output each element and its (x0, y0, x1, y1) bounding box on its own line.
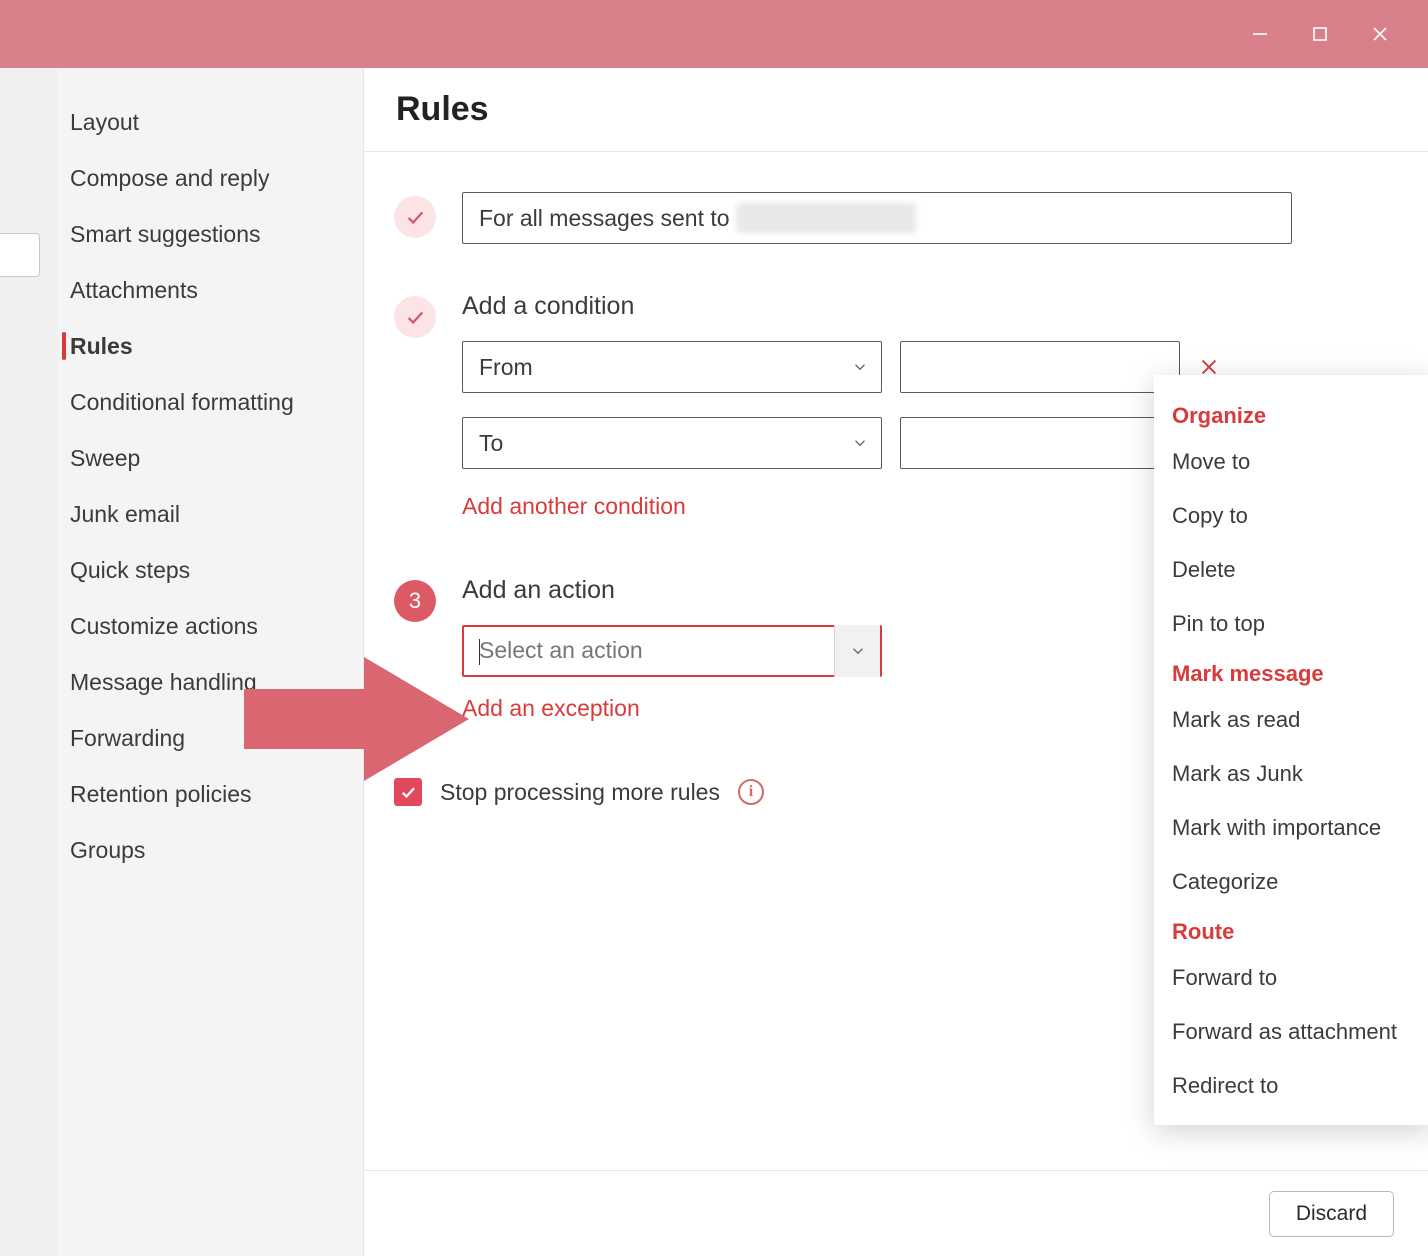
window-minimize-button[interactable] (1230, 0, 1290, 68)
add-another-condition-link[interactable]: Add another condition (462, 493, 686, 520)
main-panel: Rules For all messages sent to Add a con… (363, 68, 1428, 1256)
chevron-down-icon (843, 418, 877, 468)
action-menu-option-mark-with-importance[interactable]: Mark with importance (1154, 801, 1428, 855)
annotation-arrow-icon (244, 639, 474, 799)
sidebar-item-rules[interactable]: Rules (70, 318, 363, 374)
sidebar-item-sweep[interactable]: Sweep (70, 430, 363, 486)
chevron-down-icon (834, 625, 880, 677)
add-exception-link[interactable]: Add an exception (462, 695, 640, 722)
rule-name-redacted (736, 203, 916, 233)
discard-button[interactable]: Discard (1269, 1191, 1394, 1237)
action-menu-option-pin-to-top[interactable]: Pin to top (1154, 597, 1428, 651)
action-select[interactable]: Select an action (462, 625, 882, 677)
stop-processing-label: Stop processing more rules (440, 779, 720, 806)
action-menu-option-copy-to[interactable]: Copy to (1154, 489, 1428, 543)
sidebar-item-compose-and-reply[interactable]: Compose and reply (70, 150, 363, 206)
sidebar-item-layout[interactable]: Layout (70, 94, 363, 150)
step-3-badge: 3 (394, 580, 436, 622)
condition-value-input[interactable] (900, 341, 1180, 393)
sidebar-item-groups[interactable]: Groups (70, 822, 363, 878)
sidebar-item-attachments[interactable]: Attachments (70, 262, 363, 318)
action-menu-option-mark-as-junk[interactable]: Mark as Junk (1154, 747, 1428, 801)
action-menu-heading: Route (1154, 909, 1428, 951)
action-menu-option-forward-as-attachment[interactable]: Forward as attachment (1154, 1005, 1428, 1059)
step-1-checkmark-icon (394, 196, 436, 238)
action-menu-option-categorize[interactable]: Categorize (1154, 855, 1428, 909)
divider (364, 151, 1428, 152)
action-select-menu: OrganizeMove toCopy toDeletePin to topMa… (1154, 375, 1428, 1125)
info-icon[interactable]: i (738, 779, 764, 805)
condition-value-input[interactable] (900, 417, 1180, 469)
sidebar-item-conditional-formatting[interactable]: Conditional formatting (70, 374, 363, 430)
window-close-button[interactable] (1350, 0, 1410, 68)
condition-field-label: From (479, 354, 533, 381)
condition-field-label: To (479, 430, 503, 457)
condition-field-select[interactable]: From (462, 341, 882, 393)
action-menu-heading: Organize (1154, 393, 1428, 435)
rule-name-prefix: For all messages sent to (479, 205, 730, 232)
window-titlebar (0, 0, 1428, 68)
action-menu-heading: Mark message (1154, 651, 1428, 693)
page-title: Rules (396, 90, 1428, 129)
window-maximize-button[interactable] (1290, 0, 1350, 68)
chevron-down-icon (843, 342, 877, 392)
step-2-label: Add a condition (462, 292, 1368, 321)
sidebar-item-quick-steps[interactable]: Quick steps (70, 542, 363, 598)
sidebar-item-junk-email[interactable]: Junk email (70, 486, 363, 542)
condition-field-select[interactable]: To (462, 417, 882, 469)
footer: Discard (364, 1170, 1428, 1256)
truncated-panel (0, 233, 40, 277)
action-menu-option-forward-to[interactable]: Forward to (1154, 951, 1428, 1005)
action-menu-option-redirect-to[interactable]: Redirect to (1154, 1059, 1428, 1113)
action-menu-option-move-to[interactable]: Move to (1154, 435, 1428, 489)
sidebar-item-smart-suggestions[interactable]: Smart suggestions (70, 206, 363, 262)
step-2-checkmark-icon (394, 296, 436, 338)
action-select-placeholder: Select an action (479, 637, 643, 663)
action-menu-option-delete[interactable]: Delete (1154, 543, 1428, 597)
action-menu-option-mark-as-read[interactable]: Mark as read (1154, 693, 1428, 747)
rule-name-input[interactable]: For all messages sent to (462, 192, 1292, 244)
rule-step-1: For all messages sent to (394, 192, 1428, 244)
